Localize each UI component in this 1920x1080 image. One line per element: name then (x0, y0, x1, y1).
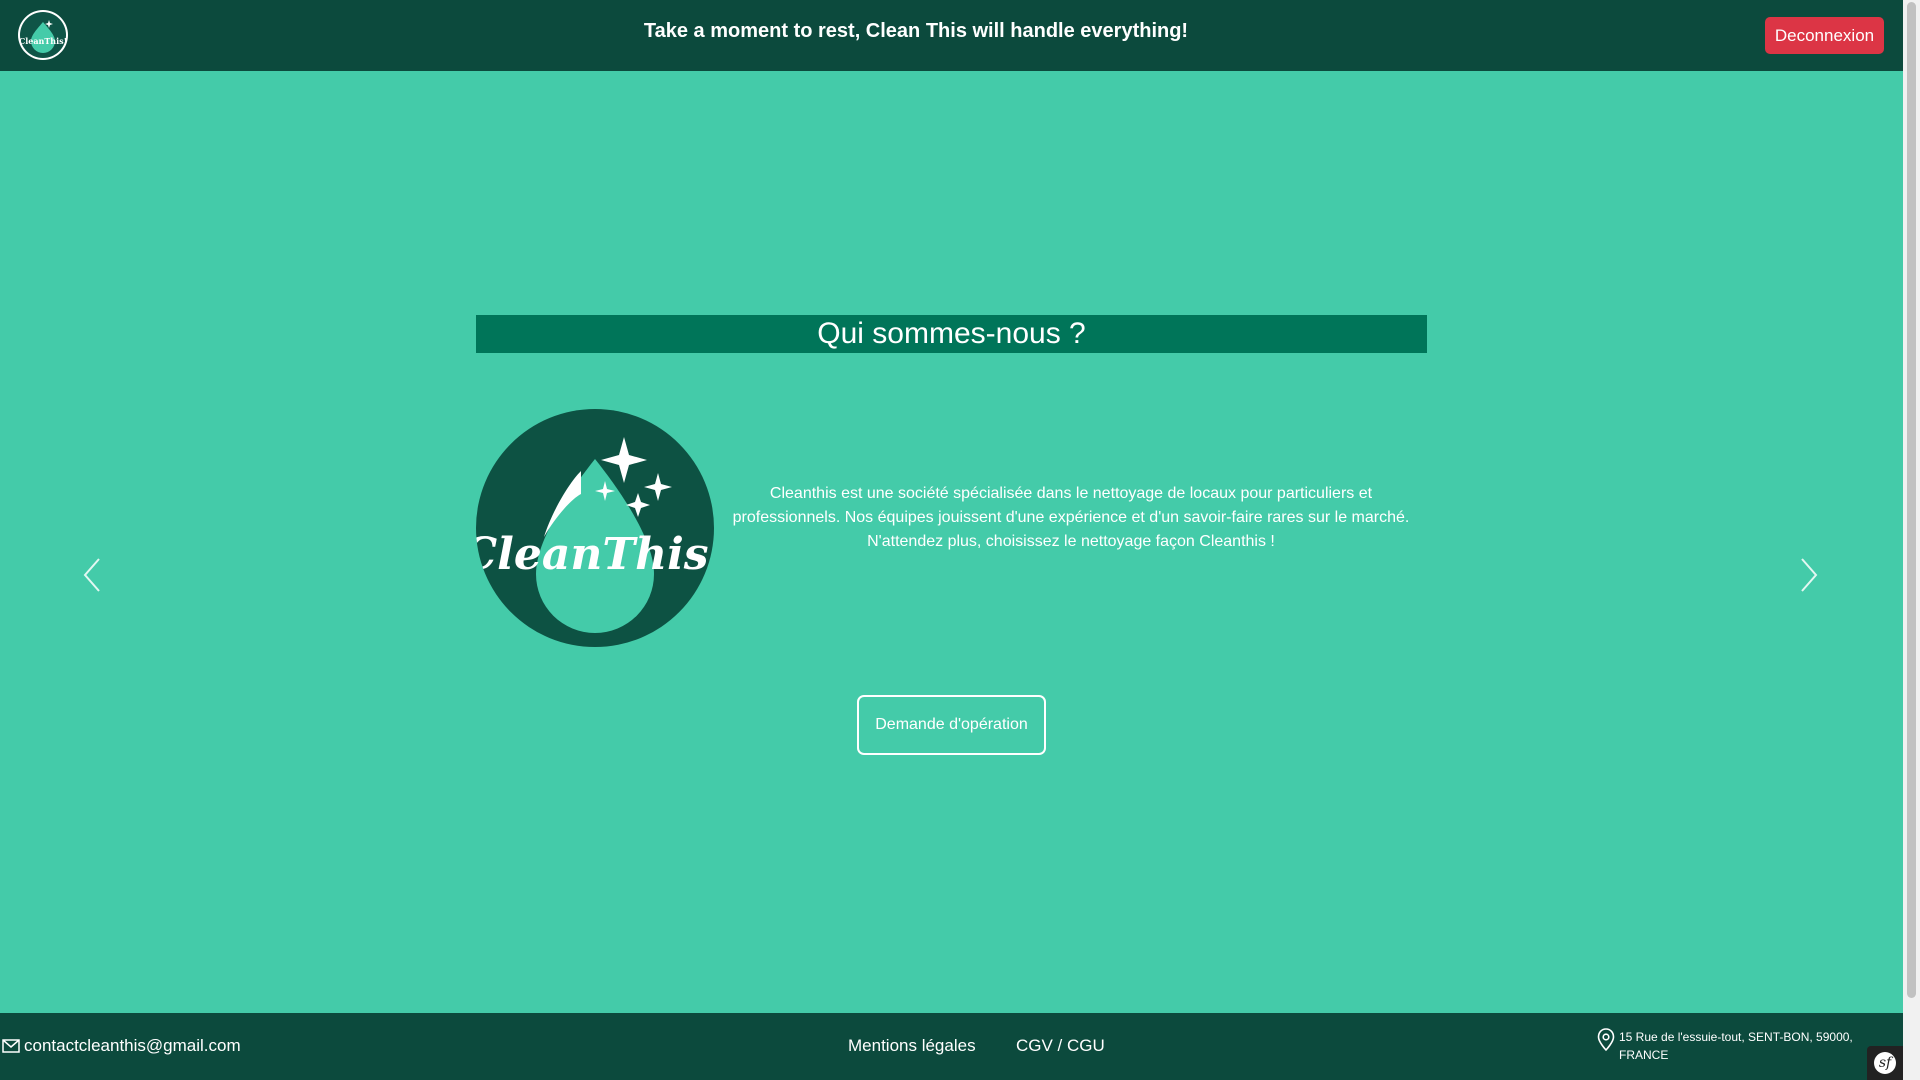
footer-address: 15 Rue de l'essuie-tout, SENT-BON, 59000… (1597, 1028, 1864, 1064)
chevron-right-icon (1801, 558, 1818, 592)
terms-link[interactable]: CGV / CGU (1016, 1036, 1105, 1056)
logout-button[interactable]: Deconnexion (1765, 17, 1884, 54)
address-text: 15 Rue de l'essuie-tout, SENT-BON, 59000… (1619, 1030, 1853, 1062)
description-line: professionnels. Nos équipes jouissent d'… (732, 509, 1410, 526)
mail-icon (2, 1039, 20, 1053)
description-line: Cleanthis est une société spécialisée da… (769, 485, 1373, 502)
legal-notice-link[interactable]: Mentions légales (848, 1036, 976, 1056)
description-line: N'attendez plus, choisissez le nettoyage… (867, 533, 1275, 550)
carousel-prev-button[interactable] (75, 555, 115, 595)
section-title: Qui sommes-nous ? (476, 315, 1427, 353)
header-tagline: Take a moment to rest, Clean This will h… (643, 20, 1189, 42)
email-text: contactcleanthis@gmail.com (24, 1036, 241, 1055)
cleanthis-logo: CleanThis! (476, 409, 714, 647)
symfony-toolbar-toggle[interactable]: sf (1867, 1046, 1903, 1080)
footer: contactcleanthis@gmail.com Mentions léga… (0, 1013, 1903, 1080)
scrollbar[interactable] (1903, 0, 1920, 1080)
top-navbar: CleanThis! Take a moment to rest, Clean … (0, 0, 1903, 71)
company-description: Cleanthis est une société spécialisée da… (726, 482, 1416, 554)
map-pin-icon (1597, 1028, 1615, 1052)
scrollbar-thumb[interactable] (1907, 2, 1916, 998)
symfony-icon: sf (1874, 1052, 1896, 1074)
footer-email[interactable]: contactcleanthis@gmail.com (2, 1036, 241, 1056)
operation-request-button[interactable]: Demande d'opération (857, 695, 1046, 755)
logo-lettering: CleanThis! (476, 529, 714, 580)
carousel-next-button[interactable] (1788, 555, 1828, 595)
chevron-left-icon (83, 558, 100, 592)
